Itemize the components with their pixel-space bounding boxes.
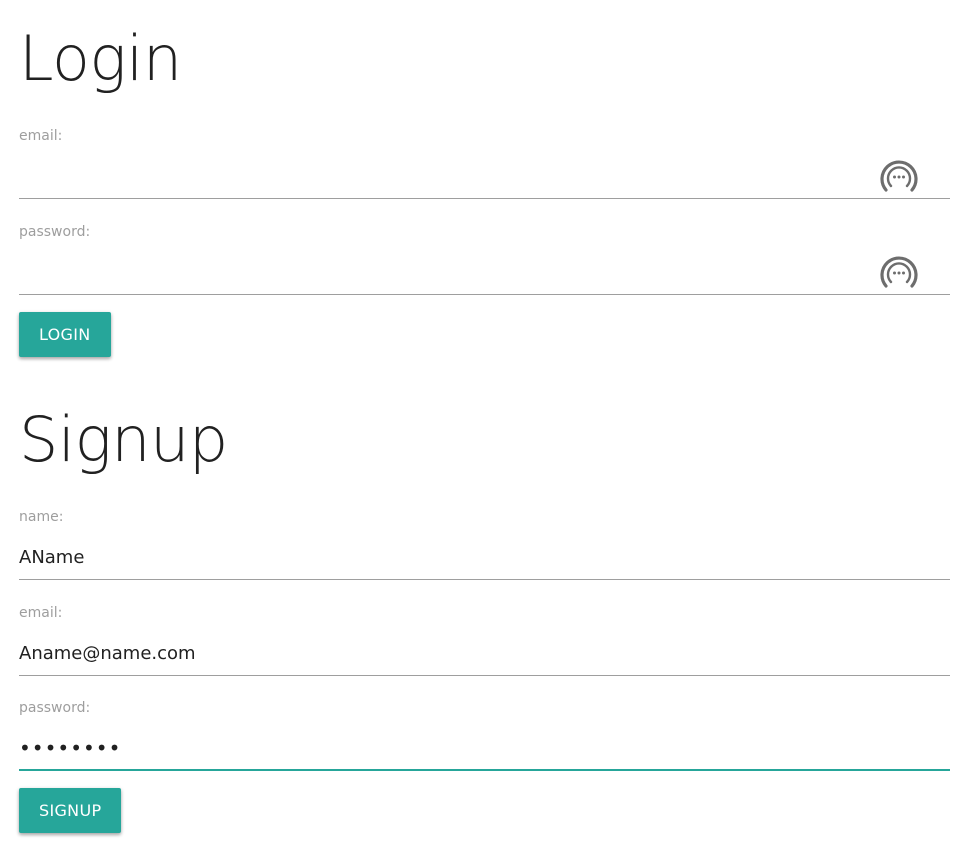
signup-password-input[interactable] bbox=[19, 726, 950, 771]
signup-button[interactable]: SIGNUP bbox=[19, 788, 122, 833]
login-password-field: password: bbox=[19, 224, 950, 320]
signup-name-input[interactable] bbox=[19, 535, 950, 580]
login-email-input[interactable] bbox=[19, 154, 950, 199]
signup-title: Signup bbox=[19, 403, 228, 476]
signup-email-field: email: bbox=[19, 605, 950, 701]
login-title: Login bbox=[19, 22, 182, 95]
signup-name-label: name: bbox=[19, 509, 64, 525]
signup-name-field: name: bbox=[19, 509, 950, 605]
signup-password-label: password: bbox=[19, 700, 91, 716]
login-button[interactable]: LOGIN bbox=[19, 312, 111, 357]
login-password-label: password: bbox=[19, 224, 91, 240]
login-email-field: email: bbox=[19, 128, 950, 224]
signup-email-input[interactable] bbox=[19, 631, 950, 676]
password-manager-icon[interactable] bbox=[878, 252, 920, 294]
signup-password-field: password: bbox=[19, 700, 950, 796]
password-manager-icon[interactable] bbox=[878, 156, 920, 198]
signup-email-label: email: bbox=[19, 605, 63, 621]
login-password-input[interactable] bbox=[19, 250, 950, 295]
login-email-label: email: bbox=[19, 128, 63, 144]
